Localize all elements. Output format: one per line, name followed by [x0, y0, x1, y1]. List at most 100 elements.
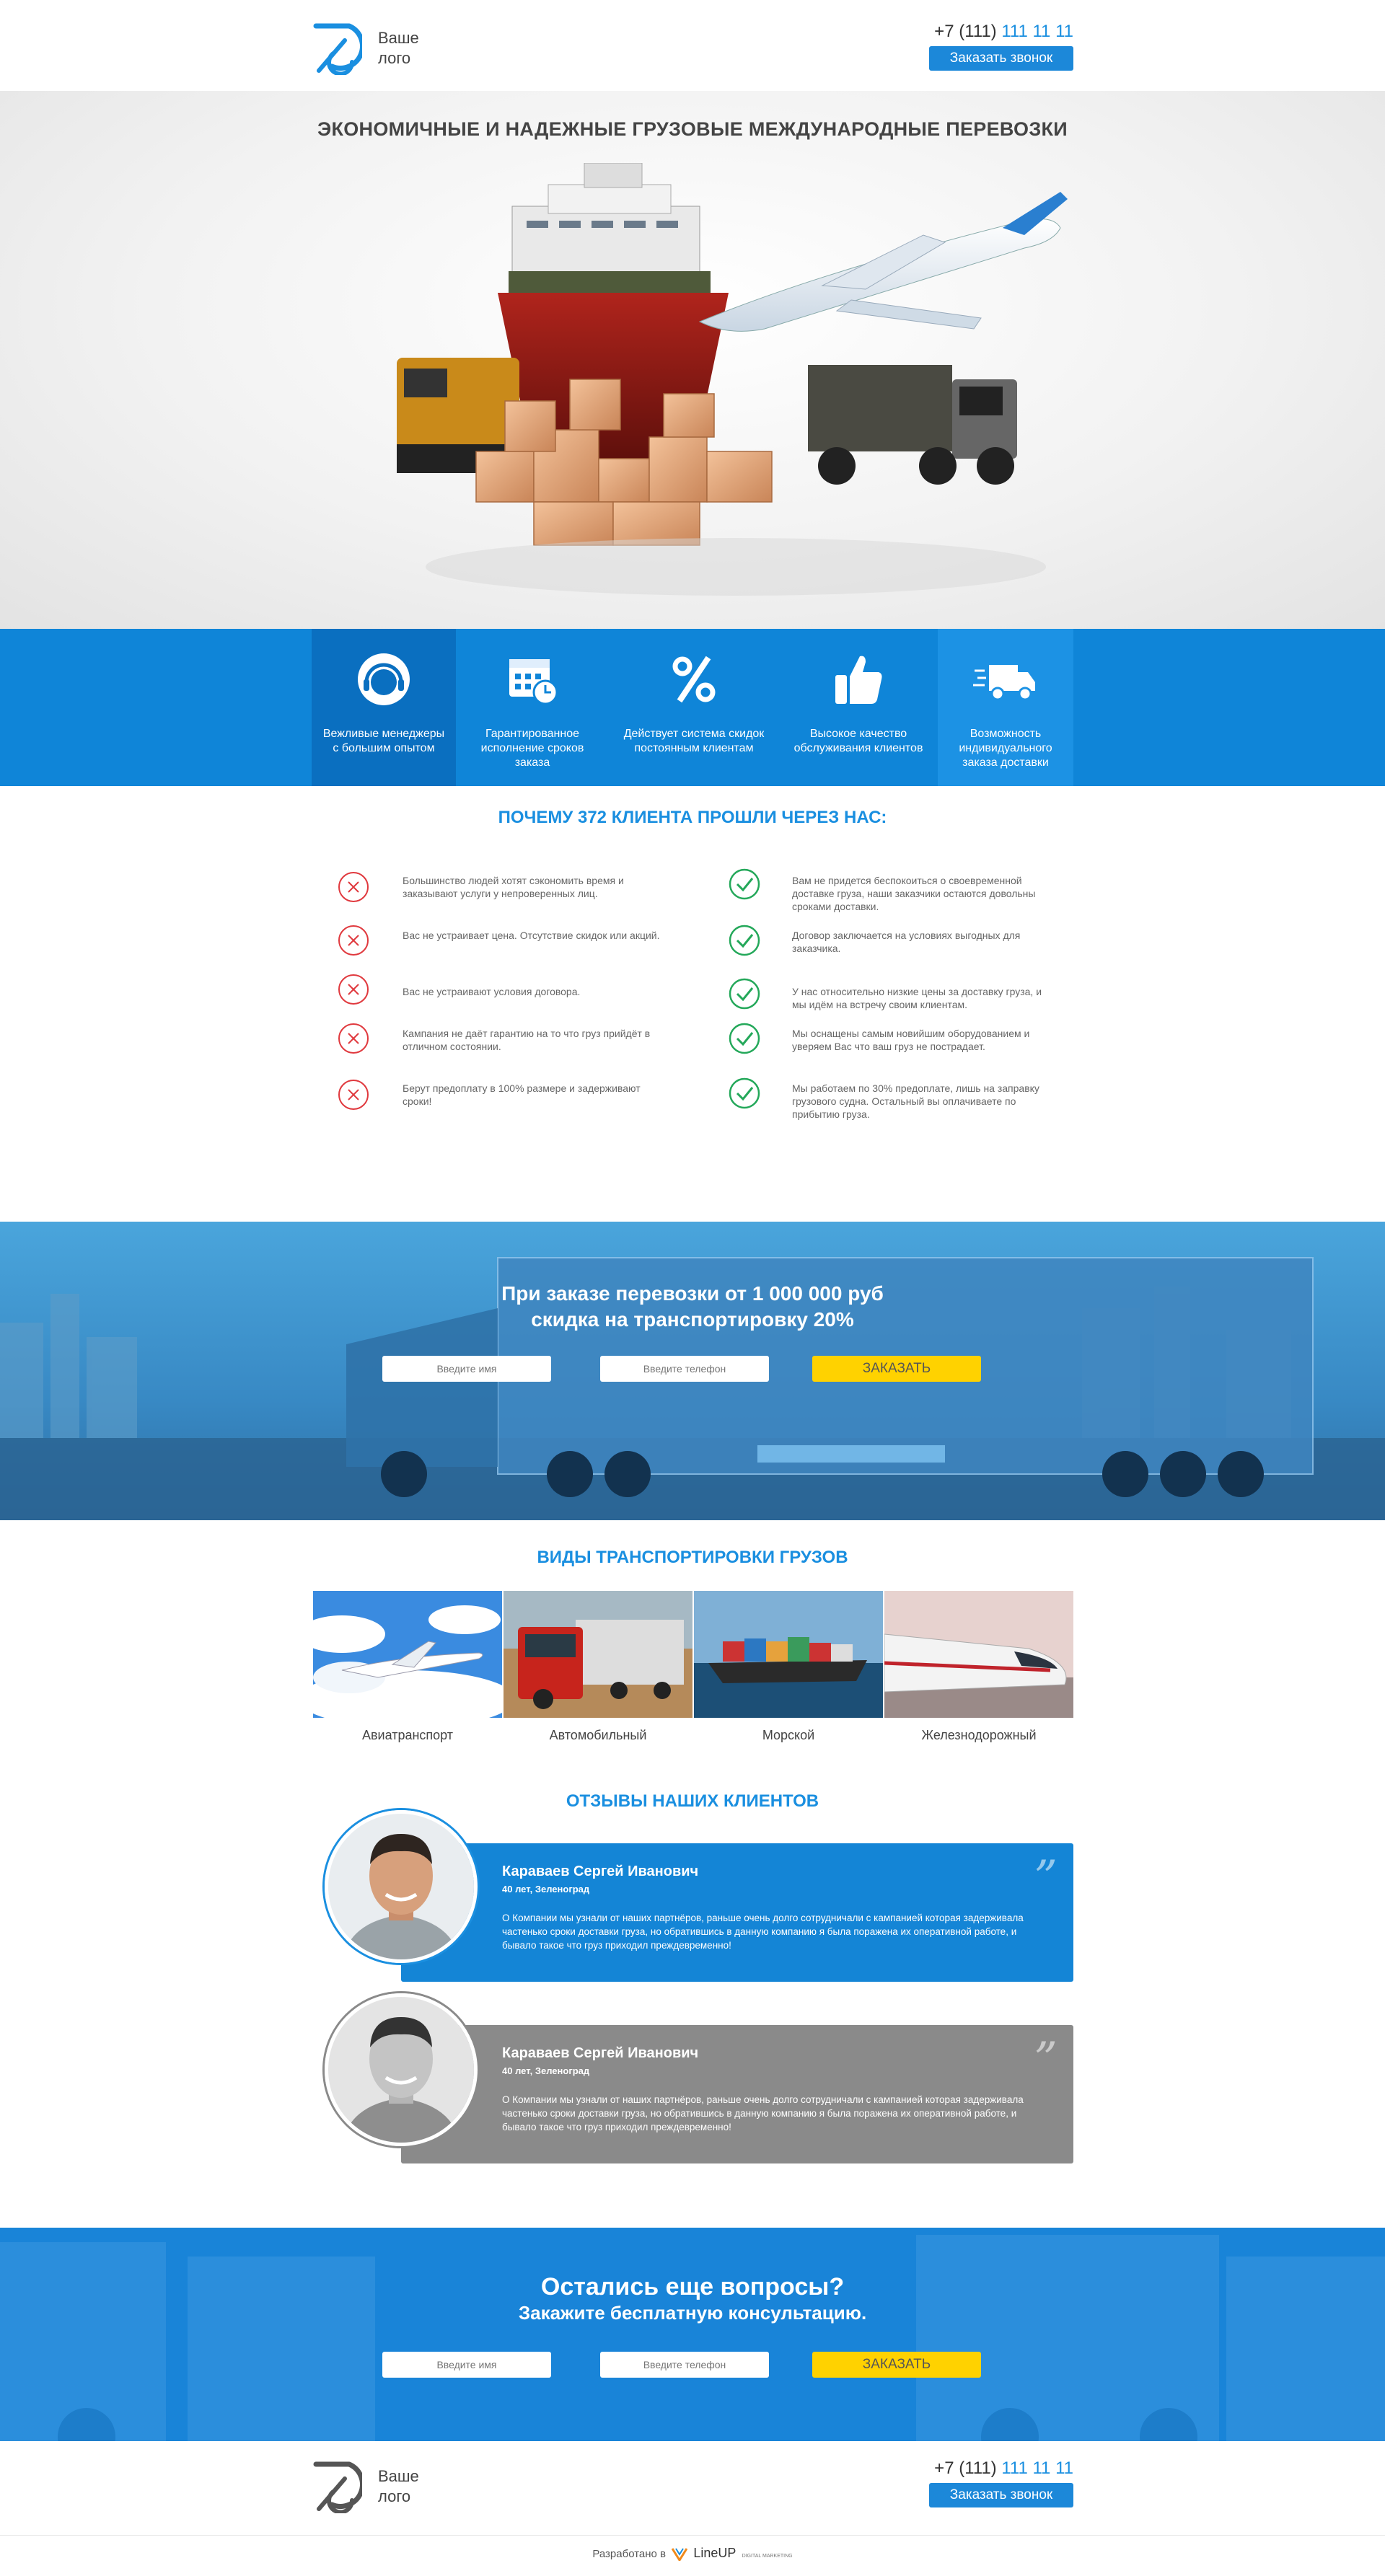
review-text: О Компании мы узнали от наших партнёров,… — [502, 1913, 1024, 1951]
quote-icon: ” — [1034, 1851, 1058, 1905]
con-text: Кампания не даёт гарантию на то что груз… — [403, 1028, 651, 1052]
developer-credit[interactable]: Разработано в LineUP DIGITAL MARKETING — [0, 2546, 1385, 2562]
pro-text: Договор заключается на условиях выгодных… — [792, 930, 1021, 954]
transport-label: Авиатранспорт — [361, 1728, 454, 1742]
check-icon — [729, 1023, 760, 1054]
pro-text: У нас относительно низкие цены за достав… — [792, 986, 1042, 1010]
transport-label: Железнодорожный — [921, 1728, 1037, 1742]
feature-item: Действует система скидок постоянным клие… — [609, 629, 779, 786]
phone-prefix: +7 (111) — [934, 2458, 997, 2478]
promo-title-line1: При заказе перевозки от 1 000 000 руб — [501, 1282, 884, 1305]
feature-item: Гарантированное исполнение сроков заказа — [456, 629, 609, 786]
call-request-button[interactable]: Заказать звонок — [929, 46, 1073, 71]
check-icon — [729, 978, 760, 1010]
cross-icon — [338, 1080, 369, 1110]
footer-call-request-button[interactable]: Заказать звонок — [929, 2483, 1073, 2507]
consult-submit-button[interactable]: ЗАКАЗАТЬ — [812, 2352, 981, 2378]
transport-label: Автомобильный — [549, 1728, 647, 1742]
feature-item: Вежливые менеджеры с большим опытом — [312, 629, 456, 786]
pro-text: Мы работаем по 30% предоплате, лишь на з… — [792, 1082, 1039, 1120]
logo-mark-icon — [313, 23, 362, 75]
promo-name-input[interactable] — [382, 1356, 551, 1382]
logo-line2: лого — [378, 2487, 411, 2505]
avatar — [325, 1810, 478, 1963]
lineup-logo-icon — [671, 2548, 688, 2562]
dev-brand: LineUP — [693, 2546, 737, 2560]
rail-transport-card[interactable] — [884, 1591, 1073, 1718]
con-text: Большинство людей хотят сэкономить время… — [403, 875, 624, 899]
landing-page: Ваше лого +7 (111) 111 11 11 Заказать зв… — [0, 0, 1385, 2576]
container-ship-image — [694, 1591, 883, 1718]
air-transport-card[interactable] — [313, 1591, 502, 1718]
feature-label: Вежливые менеджеры с большим опытом — [322, 728, 445, 754]
promo-submit-button[interactable]: ЗАКАЗАТЬ — [812, 1356, 981, 1382]
review-author: Караваев Сергей Иванович — [502, 1863, 699, 1879]
logo-line1: Ваше — [378, 2467, 419, 2485]
sea-transport-card[interactable] — [694, 1591, 883, 1718]
hero: ЭКОНОМИЧНЫЕ И НАДЕЖНЫЕ ГРУЗОВЫЕ МЕЖДУНАР… — [0, 91, 1385, 629]
cross-icon — [338, 925, 369, 956]
avatar-photo — [328, 1814, 474, 1959]
consult-subtitle: Закажите бесплатную консультацию. — [518, 2302, 867, 2324]
avatar — [325, 1993, 478, 2146]
review-text: О Компании мы узнали от наших партнёров,… — [502, 2094, 1024, 2132]
promo-band: При заказе перевозки от 1 000 000 руб ск… — [0, 1222, 1385, 1520]
thumbs-up-icon — [835, 656, 882, 704]
con-text: Берут предоплату в 100% размере и задерж… — [403, 1082, 641, 1107]
consult-name-input[interactable] — [382, 2352, 551, 2378]
promo-phone-input[interactable] — [600, 1356, 769, 1382]
pro-text: Вам не придется беспокоиться о своевреме… — [792, 875, 1036, 912]
logo[interactable]: Ваше лого — [312, 22, 419, 75]
transport-title: ВИДЫ ТРАНСПОРТИРОВКИ ГРУЗОВ — [537, 1548, 848, 1567]
truck-image — [504, 1591, 692, 1718]
hero-title: ЭКОНОМИЧНЫЕ И НАДЕЖНЫЕ ГРУЗОВЫЕ МЕЖДУНАР… — [317, 118, 1068, 140]
header-phone[interactable]: +7 (111) 111 11 11 — [934, 22, 1073, 42]
consult-title: Остались еще вопросы? — [540, 2273, 845, 2301]
review-card: ” Караваев Сергей Иванович 40 лет, Зелен… — [401, 1843, 1073, 1982]
pro-text: Мы оснащены самым новийшим оборудованием… — [792, 1028, 1030, 1052]
feature-label: Высокое качество обслуживания клиентов — [793, 728, 923, 754]
feature-item: Возможность индивидуального заказа доста… — [938, 629, 1073, 786]
review-author: Караваев Сергей Иванович — [502, 2045, 699, 2061]
airplane-image — [313, 1591, 502, 1718]
delivery-truck-icon — [973, 665, 1035, 701]
review-meta: 40 лет, Зеленоград — [502, 2065, 590, 2076]
feature-label: Действует система скидок постоянным клие… — [623, 728, 765, 754]
features-bar: Вежливые менеджеры с большим опытом Гара… — [0, 629, 1385, 786]
check-icon — [729, 868, 760, 900]
footer-divider — [0, 2535, 1385, 2536]
transport-label: Морской — [762, 1728, 815, 1742]
dev-text: Разработано в — [592, 2548, 667, 2560]
logo-mark-icon — [313, 2461, 362, 2513]
footer-logo[interactable]: Ваше лого — [312, 2460, 419, 2513]
check-icon — [729, 1077, 760, 1109]
consult-phone-input[interactable] — [600, 2352, 769, 2378]
con-text: Вас не устраивает цена. Отсутствие скидо… — [403, 930, 660, 941]
consult-band: Остались еще вопросы? Закажите бесплатну… — [0, 2228, 1385, 2441]
road-transport-card[interactable] — [504, 1591, 692, 1718]
footer-phone[interactable]: +7 (111) 111 11 11 — [934, 2458, 1073, 2479]
feature-label: Гарантированное исполнение сроков заказа — [480, 728, 584, 769]
promo-title-line2: скидка на транспортировку 20% — [531, 1308, 854, 1331]
feature-label: Возможность индивидуального заказа доста… — [959, 728, 1052, 769]
review-meta: 40 лет, Зеленоград — [502, 1884, 590, 1894]
trucks-background-image — [0, 2228, 1385, 2441]
phone-number: 111 11 11 — [1001, 22, 1073, 41]
headset-icon — [358, 653, 410, 705]
percent-icon — [672, 656, 716, 703]
phone-number: 111 11 11 — [1001, 2458, 1073, 2478]
dev-brand-sub: DIGITAL MARKETING — [742, 2554, 793, 2559]
logo-line2: лого — [378, 49, 411, 67]
train-image — [884, 1591, 1073, 1718]
calendar-clock-icon — [509, 659, 558, 705]
avatar-photo — [328, 1997, 474, 2143]
cross-icon — [338, 1023, 369, 1054]
cargo-transport-illustration — [397, 163, 1068, 596]
header: Ваше лого +7 (111) 111 11 11 Заказать зв… — [0, 0, 1385, 91]
reviews-title: ОТЗЫВЫ НАШИХ КЛИЕНТОВ — [566, 1791, 819, 1811]
check-icon — [729, 925, 760, 956]
cross-icon — [338, 974, 369, 1005]
why-title: ПОЧЕМУ 372 КЛИЕНТА ПРОШЛИ ЧЕРЕЗ НАС: — [498, 808, 887, 827]
feature-item: Высокое качество обслуживания клиентов — [779, 629, 938, 786]
logo-line1: Ваше — [378, 29, 419, 47]
